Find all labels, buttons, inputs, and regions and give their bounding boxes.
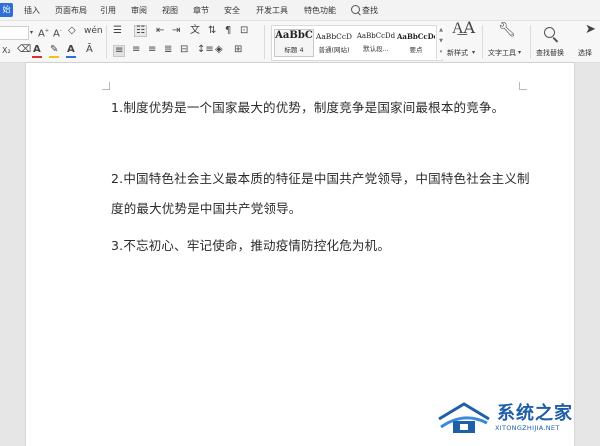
eraser-icon[interactable]: ⌫: [17, 45, 31, 55]
tab-start[interactable]: 始: [0, 3, 13, 17]
document-page[interactable]: 1.制度优势是一个国家最大的优势，制度竞争是国家间最根本的竞争。 2.中国特色社…: [26, 63, 574, 446]
text-tools-label[interactable]: 文字工具: [488, 48, 516, 58]
paragraph-3[interactable]: 3.不忘初心、牢记使命，推动疫情防控化危为机。: [111, 231, 531, 261]
style-normal-web[interactable]: AaBbCcD 普通(网站): [315, 29, 353, 54]
tab-page-layout[interactable]: 页面布局: [55, 6, 87, 16]
styles-scroll[interactable]: ▲ ▼ ▾: [436, 25, 445, 59]
style-heading-4[interactable]: AaBbC 标题 4: [274, 29, 314, 57]
cursor-icon[interactable]: ➤: [585, 23, 596, 36]
char-border-icon[interactable]: Ā: [86, 45, 93, 55]
style-name: 默认段...: [363, 45, 389, 53]
font-color-icon[interactable]: A: [33, 45, 41, 55]
new-style-icon[interactable]: A͟A: [452, 20, 475, 36]
font-color-bar: [32, 56, 42, 58]
increase-indent-icon[interactable]: ⇥: [172, 26, 180, 36]
distribute-icon[interactable]: ⊟: [180, 45, 188, 55]
text-color-icon[interactable]: A: [67, 45, 75, 55]
tab-developer[interactable]: 开发工具: [256, 6, 288, 16]
site-watermark: 系统之家 XITONGZHIJIA.NET: [435, 395, 595, 443]
align-right-icon[interactable]: ≡: [148, 45, 156, 55]
tab-chapter[interactable]: 章节: [193, 6, 209, 16]
superscript-icon[interactable]: X₂: [2, 46, 11, 56]
tab-review[interactable]: 审阅: [131, 6, 147, 16]
document-area: 1.制度优势是一个国家最大的优势，制度竞争是国家间最根本的竞争。 2.中国特色社…: [0, 63, 600, 446]
numbered-list-icon[interactable]: ☷: [134, 25, 147, 37]
margin-mark-top-right: [519, 82, 527, 90]
paragraph-1[interactable]: 1.制度优势是一个国家最大的优势，制度竞争是国家间最根本的竞争。: [111, 93, 531, 123]
grow-font-icon[interactable]: A+: [38, 26, 49, 39]
font-size-dropdown[interactable]: [0, 26, 29, 40]
ribbon-toolbar: ▾ A+ A- ◇ wén X₂ ⌫ A ✎ A Ā ☰ ☷ ⇤ ⇥ 文 ⇅ ¶…: [0, 20, 600, 63]
chinese-layout-icon[interactable]: 文: [190, 26, 200, 36]
borders-icon[interactable]: ⊞: [234, 45, 242, 55]
highlight-color-bar: [49, 56, 59, 58]
magnifier-handle: [552, 37, 559, 43]
watermark-url: XITONGZHIJIA.NET: [495, 424, 560, 432]
style-default-paragraph[interactable]: AaBbCcDd 默认段...: [356, 29, 396, 53]
tab-insert[interactable]: 插入: [24, 6, 40, 16]
search-icon[interactable]: [351, 5, 360, 14]
chevron-down-icon[interactable]: ▾: [472, 48, 475, 58]
phonetic-guide-icon[interactable]: wén: [84, 26, 103, 36]
margin-mark-top-left: [102, 82, 110, 90]
styles-gallery[interactable]: AaBbC 标题 4 AaBbCcD 普通(网站) AaBbCcDd 默认段..…: [271, 25, 443, 61]
line-spacing-icon[interactable]: ↕≡: [197, 45, 214, 55]
style-sample: AaBbCcDc: [397, 32, 435, 41]
tab-references[interactable]: 引用: [100, 6, 116, 16]
shading-icon[interactable]: ◈: [215, 45, 223, 55]
style-name: 要点: [409, 46, 423, 54]
text-color-bar: [66, 56, 76, 58]
style-sample: AaBbCcD: [315, 32, 353, 41]
style-sample: AaBbCcDd: [356, 32, 396, 40]
style-key-points[interactable]: AaBbCcDc 要点: [397, 29, 435, 54]
chevron-down-icon[interactable]: ▾: [30, 28, 33, 38]
house-logo-icon: [438, 402, 490, 433]
select-label[interactable]: 选择: [578, 48, 592, 58]
highlight-icon[interactable]: ✎: [50, 45, 58, 55]
sort-icon[interactable]: ⇅: [208, 26, 216, 36]
paragraph-2[interactable]: 2.中国特色社会主义最本质的特征是中国共产党领导，中国特色社会主义制度的最大优势…: [111, 164, 531, 224]
tab-special-features[interactable]: 特色功能: [304, 6, 336, 16]
chevron-down-icon[interactable]: ▾: [518, 48, 521, 58]
search-label[interactable]: 查找: [362, 6, 378, 16]
tab-security[interactable]: 安全: [224, 6, 240, 16]
style-sample: AaBbC: [275, 30, 313, 41]
menu-bar: 始 插入 页面布局 引用 审阅 视图 章节 安全 开发工具 特色功能 查找: [0, 0, 600, 21]
decrease-indent-icon[interactable]: ⇤: [156, 26, 164, 36]
clear-format-icon[interactable]: ◇: [68, 26, 76, 36]
shrink-font-icon[interactable]: A-: [53, 26, 62, 39]
new-style-label[interactable]: 新样式: [447, 48, 468, 58]
show-marks-icon[interactable]: ¶: [225, 26, 231, 36]
tab-view[interactable]: 视图: [162, 6, 178, 16]
watermark-title: 系统之家: [497, 403, 573, 424]
align-left-icon[interactable]: ≡: [113, 45, 126, 57]
align-center-icon[interactable]: ≡: [132, 45, 140, 55]
wrench-icon[interactable]: 🔧︎: [498, 23, 516, 37]
justify-icon[interactable]: ≣: [164, 45, 172, 55]
bullet-list-icon[interactable]: ☰: [113, 26, 122, 36]
paragraph-menu-icon[interactable]: ⊡: [240, 26, 248, 36]
style-name: 标题 4: [284, 46, 304, 54]
find-replace-label[interactable]: 查找替换: [536, 48, 564, 58]
style-name: 普通(网站): [318, 46, 350, 54]
